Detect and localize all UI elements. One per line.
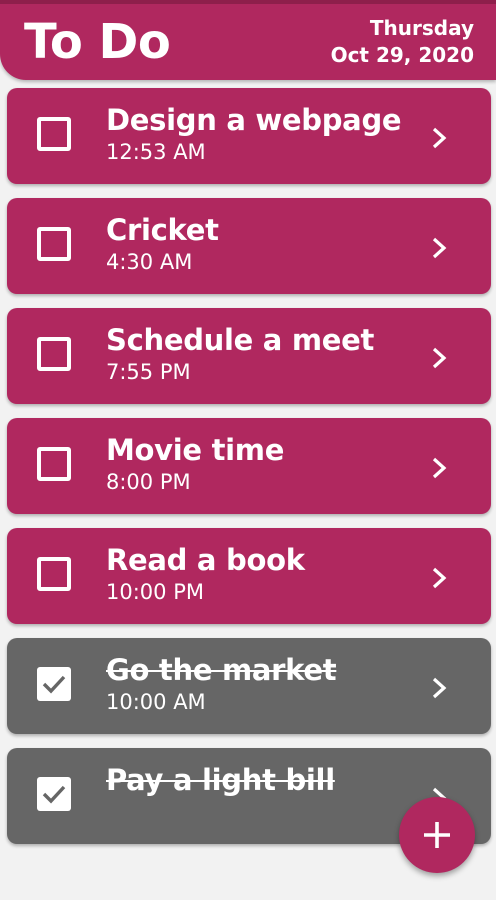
plus-icon	[424, 822, 450, 848]
chevron-right-icon[interactable]	[429, 566, 449, 590]
task-name: Go the market	[106, 653, 337, 687]
task-name: Design a webpage	[106, 103, 402, 137]
task-checkbox[interactable]	[37, 557, 71, 591]
checkmark-icon	[42, 785, 66, 804]
chevron-right-icon[interactable]	[429, 126, 449, 150]
task-checkbox[interactable]	[37, 117, 71, 151]
chevron-right-icon[interactable]	[429, 676, 449, 700]
task-time: 10:00 PM	[106, 580, 204, 604]
task-item[interactable]: Read a book 10:00 PM	[7, 528, 491, 624]
task-list: Design a webpage 12:53 AM Cricket 4:30 A…	[7, 88, 491, 858]
task-time: 8:00 PM	[106, 470, 191, 494]
task-time: 7:55 PM	[106, 360, 191, 384]
task-time: 12:53 AM	[106, 140, 206, 164]
day-label: Thursday	[369, 16, 474, 40]
date-display: Thursday Oct 29, 2020	[331, 15, 474, 69]
task-item[interactable]: Cricket 4:30 AM	[7, 198, 491, 294]
chevron-right-icon[interactable]	[429, 236, 449, 260]
app-header: To Do Thursday Oct 29, 2020	[0, 0, 496, 80]
page-title: To Do	[24, 14, 171, 70]
todo-app: To Do Thursday Oct 29, 2020 Design a web…	[0, 0, 496, 900]
task-name: Cricket	[106, 213, 219, 247]
task-item-completed[interactable]: Go the market 10:00 AM	[7, 638, 491, 734]
task-time: 10:00 AM	[106, 690, 206, 714]
task-name: Schedule a meet	[106, 323, 375, 357]
task-name: Movie time	[106, 433, 285, 467]
task-checkbox-checked[interactable]	[37, 777, 71, 811]
task-checkbox[interactable]	[37, 227, 71, 261]
task-checkbox-checked[interactable]	[37, 667, 71, 701]
task-item[interactable]: Schedule a meet 7:55 PM	[7, 308, 491, 404]
status-bar-strip	[0, 0, 496, 4]
chevron-right-icon[interactable]	[429, 456, 449, 480]
checkmark-icon	[42, 675, 66, 694]
add-task-button[interactable]	[399, 797, 475, 873]
task-name: Read a book	[106, 543, 305, 577]
chevron-right-icon[interactable]	[429, 346, 449, 370]
task-item[interactable]: Movie time 8:00 PM	[7, 418, 491, 514]
task-checkbox[interactable]	[37, 447, 71, 481]
task-item[interactable]: Design a webpage 12:53 AM	[7, 88, 491, 184]
task-name: Pay a light bill	[106, 763, 335, 797]
date-label: Oct 29, 2020	[330, 43, 474, 67]
task-checkbox[interactable]	[37, 337, 71, 371]
task-time: 4:30 AM	[106, 250, 193, 274]
